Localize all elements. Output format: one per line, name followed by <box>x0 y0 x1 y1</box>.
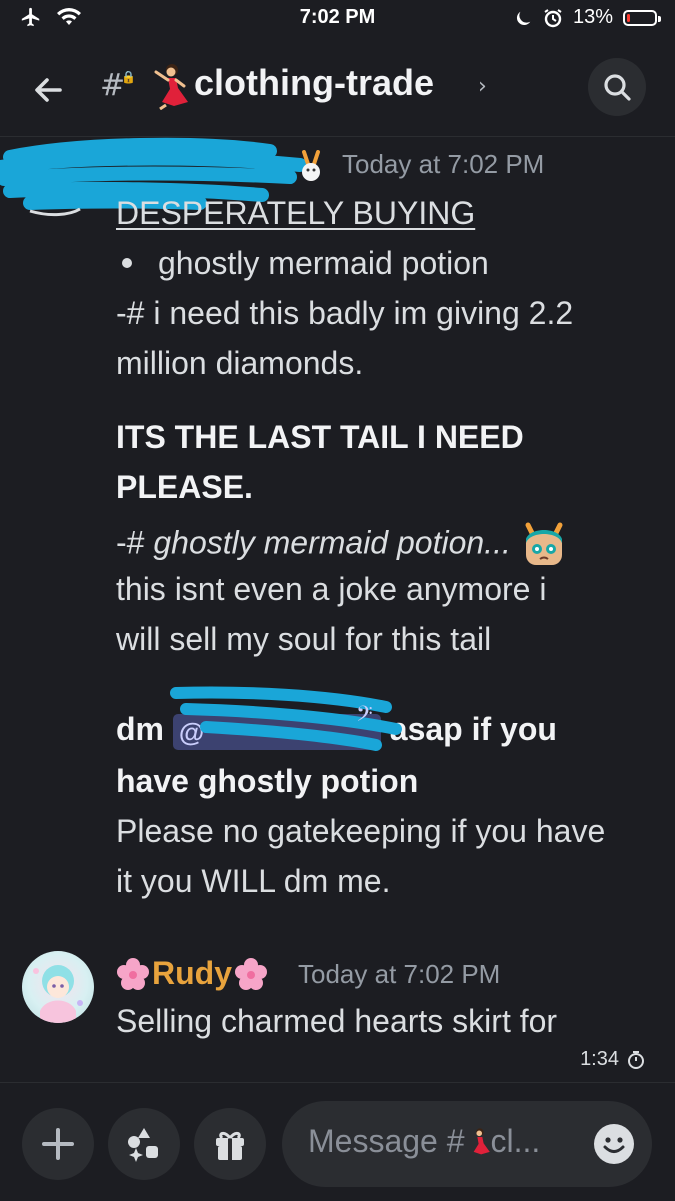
add-button[interactable] <box>22 1108 94 1180</box>
channel-name[interactable]: clothing-trade <box>194 62 434 104</box>
message-composer: Message # cl... <box>0 1082 675 1201</box>
message-list[interactable]: Today at 7:02 PM DESPERATELY BUYING ghos… <box>0 137 675 1082</box>
username-text: Rudy <box>152 955 232 991</box>
dancer-emoji-icon <box>473 1127 490 1154</box>
bullet-icon <box>122 257 132 268</box>
battery-icon <box>623 9 661 26</box>
message-timestamp: Today at 7:02 PM <box>342 149 545 179</box>
video-time-text: 1:34 <box>580 1048 619 1070</box>
message-line-bold: ITS THE LAST TAIL I NEED <box>116 419 524 455</box>
message-input[interactable]: Message # cl... <box>282 1101 652 1187</box>
dancer-emoji-icon <box>154 64 188 110</box>
plus-icon <box>42 1128 74 1160</box>
avatar[interactable] <box>22 951 94 1023</box>
battery-fill <box>627 13 631 22</box>
emoji-icon <box>603 1137 625 1153</box>
message-line: this isnt even a joke anymore i <box>116 571 547 607</box>
dm-text: dm <box>116 711 164 747</box>
battery-percent: 13% <box>572 6 613 28</box>
message-line: Please no gatekeeping if you have <box>116 813 606 849</box>
message-line: -# i need this badly im giving 2.2 <box>116 295 574 331</box>
timer-icon <box>628 1050 644 1069</box>
alarm-icon <box>544 8 562 27</box>
message-placeholder: Message # cl... <box>308 1123 540 1160</box>
apps-button[interactable] <box>108 1108 180 1180</box>
subtext-prefix: -# <box>116 524 154 561</box>
avatar-art <box>33 965 83 1023</box>
italic-text: ghostly mermaid potion... <box>153 524 511 561</box>
gift-icon <box>216 1131 244 1160</box>
gift-button[interactable] <box>194 1108 266 1180</box>
apps-icon <box>128 1128 158 1162</box>
placeholder-prefix: Message # <box>308 1123 465 1159</box>
bullet-item: ghostly mermaid potion <box>116 245 489 282</box>
search-button[interactable] <box>588 58 646 116</box>
placeholder-suffix: cl... <box>490 1123 541 1159</box>
message-line: it you WILL dm me. <box>116 863 391 899</box>
channel-header: #🔒 clothing-trade › <box>0 40 675 137</box>
chevron-right-icon[interactable]: › <box>478 74 487 99</box>
crying-face-emoji-icon <box>525 522 563 565</box>
moon-icon <box>516 11 531 25</box>
search-icon <box>604 74 631 101</box>
private-channel-icon: #🔒 <box>100 68 137 103</box>
bullet-text: ghostly mermaid potion <box>158 245 489 281</box>
video-timer: 1:34 <box>580 1048 645 1071</box>
message-line: -# ghostly mermaid potion... <box>116 521 568 569</box>
message-line: Selling charmed hearts skirt for <box>116 1003 558 1039</box>
message-line: will sell my soul for this tail <box>116 621 492 657</box>
message-line-bold: have ghostly potion <box>116 763 419 799</box>
back-arrow-icon[interactable] <box>28 70 68 110</box>
cherry-blossom-icon <box>117 957 149 990</box>
redaction-scribble: 𝄢 <box>170 686 402 751</box>
asap-text: asap if you <box>389 711 557 747</box>
message-line: million diamonds. <box>116 345 364 381</box>
message-line-bold: PLEASE. <box>116 469 253 505</box>
username[interactable]: Rudy <box>116 955 268 992</box>
svg-text:𝄢: 𝄢 <box>356 702 373 732</box>
emoji-button[interactable] <box>594 1124 634 1164</box>
message-line: DESPERATELY BUYING <box>116 195 476 231</box>
bunny-emoji-icon <box>302 150 320 181</box>
status-right: 13% <box>515 6 661 29</box>
cherry-blossom-icon <box>235 957 267 990</box>
status-bar: 7:02 PM 13% <box>0 0 675 40</box>
message-timestamp: Today at 7:02 PM <box>298 959 501 989</box>
